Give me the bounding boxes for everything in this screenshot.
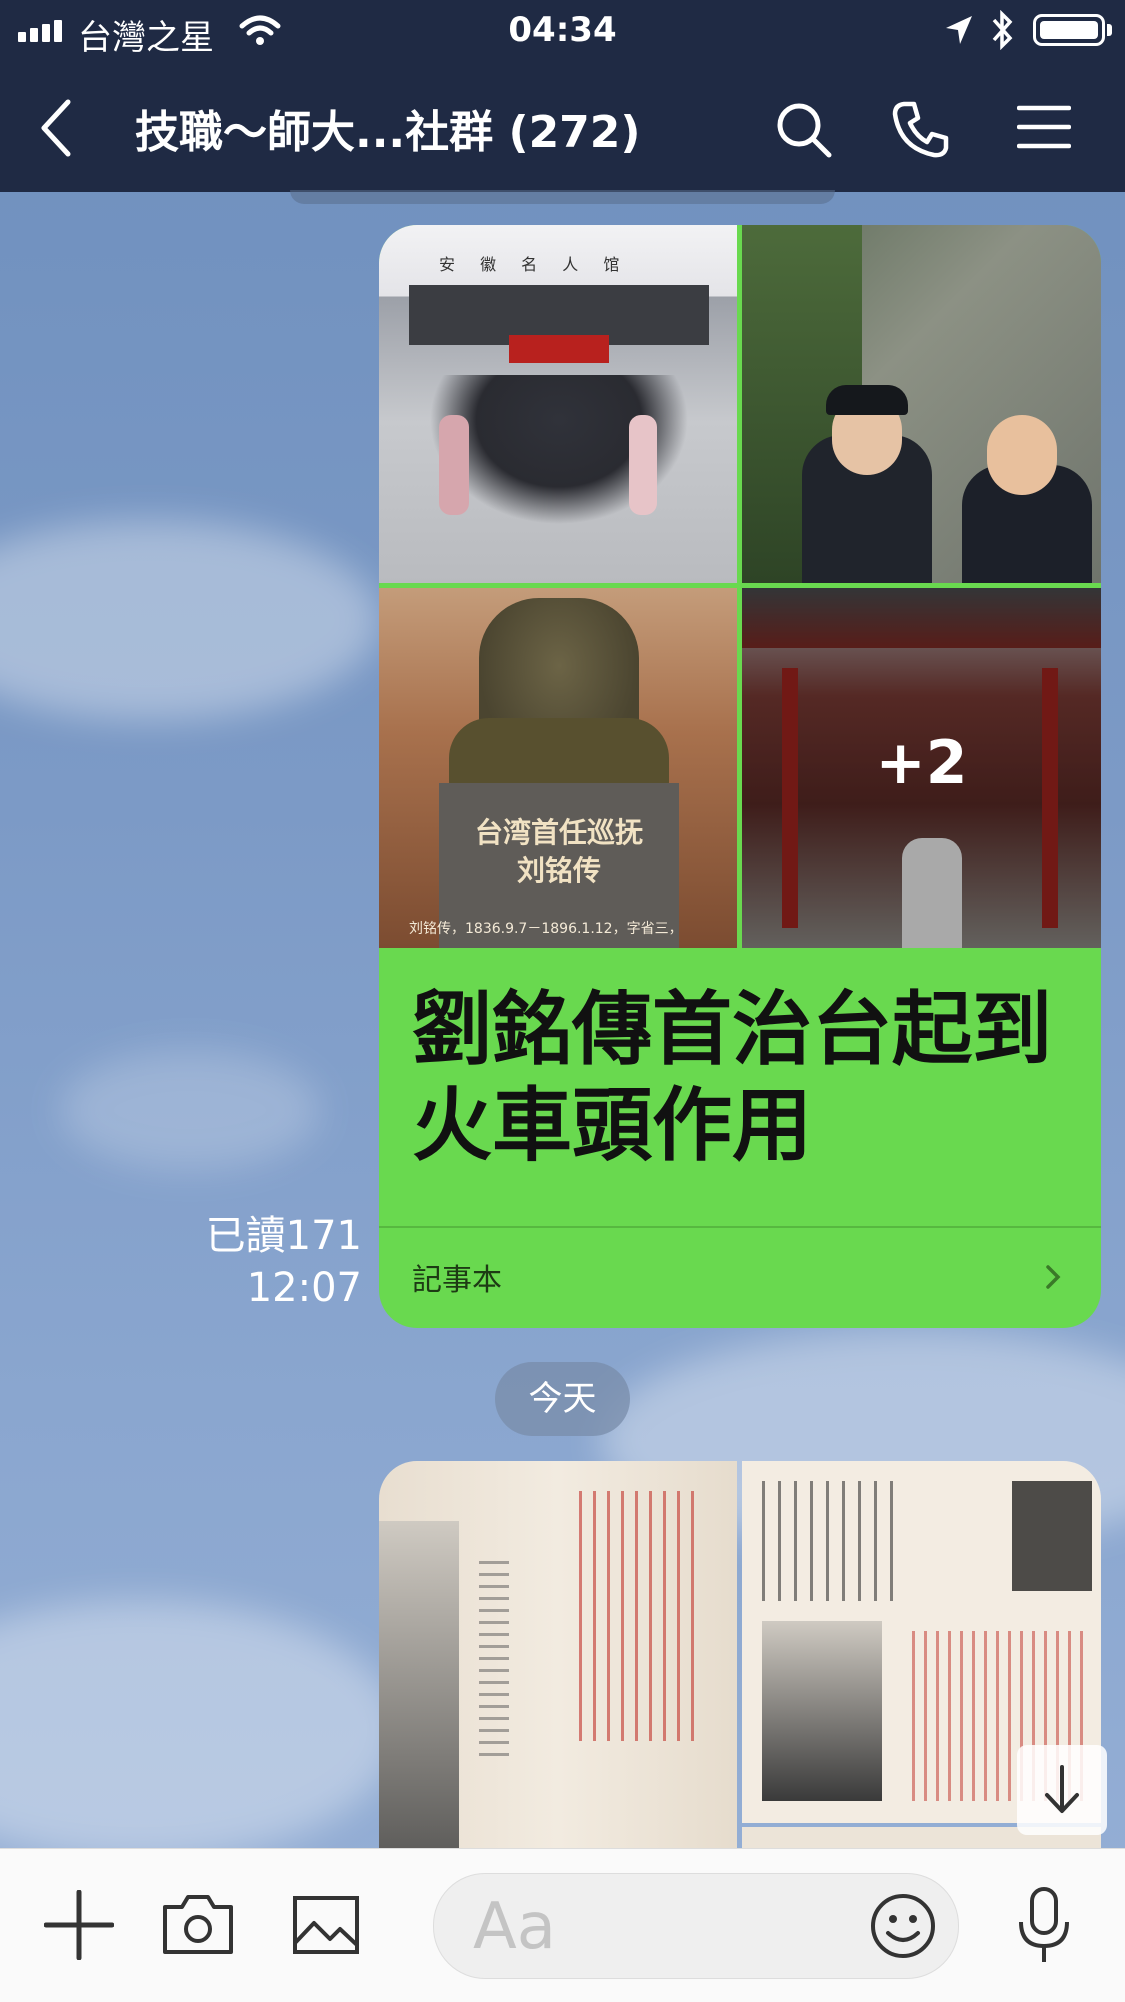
menu-icon[interactable]	[1017, 104, 1071, 150]
chevron-right-icon[interactable]	[1045, 1264, 1061, 1290]
scroll-to-bottom-button[interactable]	[1017, 1745, 1107, 1835]
plus-icon[interactable]	[44, 1890, 114, 1960]
bluetooth-icon	[992, 10, 1013, 50]
photo-museum-group[interactable]: 安 徽 名 人 馆	[379, 225, 737, 583]
photo-pavilion[interactable]: +2	[742, 588, 1101, 948]
photo-document-left[interactable]	[379, 1461, 737, 1861]
note-footer-label[interactable]: 記事本	[412, 1255, 502, 1299]
statue-small-text: 刘铭传，1836.9.7－1896.1.12，字省三，	[409, 921, 683, 937]
image-icon[interactable]	[292, 1895, 360, 1955]
message-input-placeholder: Aa	[473, 1890, 556, 1964]
image-message-documents[interactable]	[379, 1461, 1101, 1861]
microphone-icon[interactable]	[1016, 1886, 1072, 1966]
museum-sign: 安 徽 名 人 馆	[439, 255, 630, 274]
message-time: 12:07	[246, 1265, 362, 1311]
camera-icon[interactable]	[162, 1893, 234, 1955]
note-divider	[379, 1226, 1101, 1228]
battery-icon	[1033, 14, 1105, 46]
photo-statue[interactable]: 台湾首任巡抚 刘铭传 刘铭传，1836.9.7－1896.1.12，字省三，	[379, 588, 737, 948]
status-bar: 台灣之星 04:34	[0, 0, 1125, 64]
date-separator: 今天	[495, 1362, 630, 1436]
chat-title[interactable]: 技職～師大...社群 (272)	[135, 96, 641, 160]
location-arrow-icon	[946, 16, 972, 44]
more-photos-count: +2	[875, 728, 968, 798]
read-count: 已讀171	[205, 1213, 362, 1259]
emoji-icon[interactable]	[870, 1893, 936, 1959]
back-chevron-icon[interactable]	[36, 98, 76, 158]
photo-two-men[interactable]	[742, 225, 1101, 583]
phone-icon[interactable]	[890, 98, 952, 160]
note-title: 劉銘傳首治台起到火車頭作用	[412, 983, 1052, 1172]
arrow-down-icon	[1045, 1765, 1079, 1813]
app-header: 台灣之星 04:34 技職～師大...社群 (272)	[0, 0, 1125, 192]
message-meta: 已讀171 12:07	[150, 1210, 362, 1314]
statue-caption: 台湾首任巡抚 刘铭传	[474, 816, 643, 887]
previous-date-pill	[290, 190, 835, 204]
search-icon[interactable]	[774, 100, 834, 160]
